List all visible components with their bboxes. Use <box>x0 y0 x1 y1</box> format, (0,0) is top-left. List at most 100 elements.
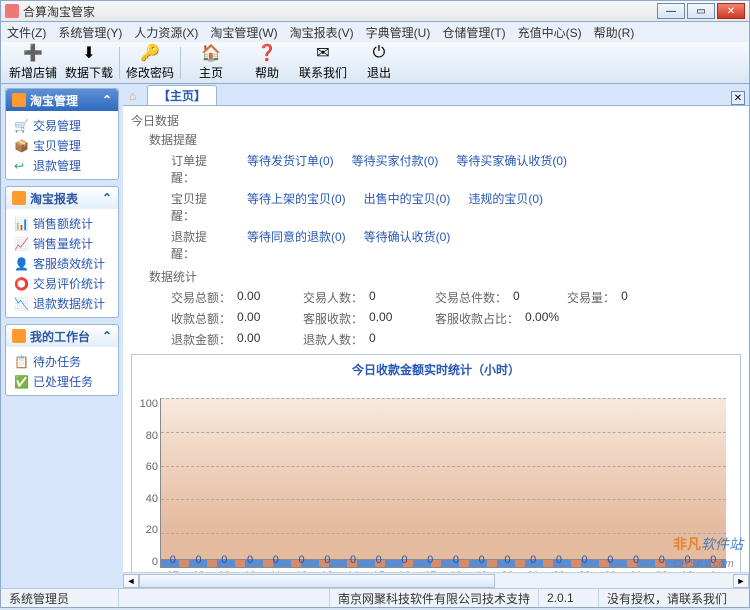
chart-title: 今日收款金额实时统计（小时） <box>132 355 740 380</box>
sidebar-item[interactable]: 📉退款数据统计 <box>6 293 118 313</box>
sidebar-item[interactable]: 📋待办任务 <box>6 351 118 371</box>
content-area: ⌂ 【主页】 ✕ 今日数据 数据提醒 订单提醒： 等待发货订单(0) 等待买家付… <box>123 84 749 588</box>
section-stats: 数据统计 <box>131 268 741 285</box>
status-company: 南京网聚科技软件有限公司技术支持 <box>330 589 539 607</box>
titlebar: 合算淘宝管家 — ▭ ✕ <box>0 0 750 22</box>
row-order-remind: 订单提醒： 等待发货订单(0) 等待买家付款(0) 等待买家确认收货(0) <box>131 150 741 188</box>
menu-item[interactable]: 人力资源(X) <box>134 24 198 41</box>
tab-close-button[interactable]: ✕ <box>731 91 745 105</box>
sidebar-item[interactable]: 📈销售量统计 <box>6 233 118 253</box>
item-icon: 📉 <box>14 297 28 309</box>
link[interactable]: 出售中的宝贝(0) <box>364 190 451 224</box>
item-icon: ⭕ <box>14 277 28 289</box>
stats-row: 交易总额：0.00交易人数：0交易总件数：0交易量：0 <box>131 287 741 308</box>
chevron-icon: ⌃ <box>102 93 112 107</box>
stats-row: 退款金额：0.00退款人数：0 <box>131 329 741 350</box>
link[interactable]: 违规的宝贝(0) <box>468 190 543 224</box>
toolbar: ➕新增店铺⬇数据下载🔑修改密码🏠主页❓帮助✉联系我们⏻退出 <box>0 42 750 84</box>
home-button-icon: 🏠 <box>202 44 220 62</box>
item-icon: 📈 <box>14 237 28 249</box>
scroll-right-button[interactable]: ► <box>733 574 749 588</box>
chevron-icon: ⌃ <box>102 191 112 205</box>
help-button[interactable]: ❓帮助 <box>239 44 295 82</box>
link[interactable]: 等待确认收货(0) <box>364 228 451 262</box>
link[interactable]: 等待发货订单(0) <box>247 152 334 186</box>
panel-header[interactable]: 我的工作台⌃ <box>6 325 118 347</box>
statusbar: 系统管理员 南京网聚科技软件有限公司技术支持 2.0.1 没有授权，请联系我们 <box>0 588 750 608</box>
section-today: 今日数据 <box>131 112 741 129</box>
row-item-remind: 宝贝提醒： 等待上架的宝贝(0) 出售中的宝贝(0) 违规的宝贝(0) <box>131 188 741 226</box>
link[interactable]: 等待买家确认收货(0) <box>456 152 567 186</box>
window-title: 合算淘宝管家 <box>23 3 657 20</box>
menu-item[interactable]: 文件(Z) <box>7 24 46 41</box>
download-button-icon: ⬇ <box>80 44 98 62</box>
item-icon: 🛒 <box>14 119 28 131</box>
download-button[interactable]: ⬇数据下载 <box>61 44 117 82</box>
sidebar-item[interactable]: ⭕交易评价统计 <box>6 273 118 293</box>
help-button-icon: ❓ <box>258 44 276 62</box>
status-version: 2.0.1 <box>539 589 599 607</box>
y-axis-labels: 100806040200 <box>136 398 158 568</box>
add-shop-button-icon: ➕ <box>24 44 42 62</box>
panel-header[interactable]: 淘宝管理⌃ <box>6 89 118 111</box>
sidebar-panel: 淘宝报表⌃ 📊销售额统计📈销售量统计👤客服绩效统计⭕交易评价统计📉退款数据统计 <box>5 186 119 318</box>
link[interactable]: 等待同意的退款(0) <box>247 228 346 262</box>
menu-item[interactable]: 淘宝报表(V) <box>290 24 354 41</box>
home-button[interactable]: 🏠主页 <box>183 44 239 82</box>
menu-item[interactable]: 字典管理(U) <box>366 24 431 41</box>
add-shop-button[interactable]: ➕新增店铺 <box>5 44 61 82</box>
sidebar-item[interactable]: 👤客服绩效统计 <box>6 253 118 273</box>
item-icon: ✅ <box>14 375 28 387</box>
home-icon: ⌂ <box>129 89 145 105</box>
menu-item[interactable]: 充值中心(S) <box>518 24 582 41</box>
row-refund-remind: 退款提醒： 等待同意的退款(0) 等待确认收货(0) <box>131 226 741 264</box>
menu-item[interactable]: 系统管理(Y) <box>58 24 122 41</box>
menu-item[interactable]: 淘宝管理(W) <box>210 24 277 41</box>
status-auth: 没有授权，请联系我们 <box>599 589 749 607</box>
item-icon: 👤 <box>14 257 28 269</box>
chart-box: 今日收款金额实时统计（小时） 100806040200 000000000000… <box>131 354 741 572</box>
sidebar: 淘宝管理⌃ 🛒交易管理📦宝贝管理↩退款管理淘宝报表⌃ 📊销售额统计📈销售量统计👤客服… <box>1 84 123 588</box>
value-labels: 0000000000000000000000 <box>160 554 726 566</box>
sidebar-item[interactable]: 📊销售额统计 <box>6 213 118 233</box>
close-button[interactable]: ✕ <box>717 3 745 19</box>
minimize-button[interactable]: — <box>657 3 685 19</box>
sidebar-item[interactable]: ✅已处理任务 <box>6 371 118 391</box>
page-body: 今日数据 数据提醒 订单提醒： 等待发货订单(0) 等待买家付款(0) 等待买家… <box>123 106 749 572</box>
change-pwd-button-icon: 🔑 <box>141 44 159 62</box>
change-pwd-button[interactable]: 🔑修改密码 <box>122 44 178 82</box>
exit-button-icon: ⏻ <box>370 44 388 62</box>
tab-home[interactable]: 【主页】 <box>147 85 217 105</box>
menubar: 文件(Z) 系统管理(Y) 人力资源(X) 淘宝管理(W) 淘宝报表(V) 字典管理(U)… <box>0 22 750 42</box>
tab-strip: ⌂ 【主页】 ✕ <box>123 84 749 106</box>
link[interactable]: 等待买家付款(0) <box>352 152 439 186</box>
scroll-left-button[interactable]: ◄ <box>123 574 139 588</box>
item-icon: 📊 <box>14 217 28 229</box>
item-icon: 📋 <box>14 355 28 367</box>
scroll-thumb[interactable] <box>139 574 495 588</box>
link[interactable]: 等待上架的宝贝(0) <box>247 190 346 224</box>
status-user: 系统管理员 <box>1 589 119 607</box>
sidebar-item[interactable]: 📦宝贝管理 <box>6 135 118 155</box>
contact-button-icon: ✉ <box>314 44 332 62</box>
sidebar-panel: 淘宝管理⌃ 🛒交易管理📦宝贝管理↩退款管理 <box>5 88 119 180</box>
exit-button[interactable]: ⏻退出 <box>351 44 407 82</box>
app-icon <box>5 4 19 18</box>
horizontal-scrollbar[interactable]: ◄ ► <box>123 572 749 588</box>
menu-item[interactable]: 仓储管理(T) <box>442 24 505 41</box>
chart-plot: 100806040200 0000000000000000000000 0708… <box>160 398 726 572</box>
panel-header[interactable]: 淘宝报表⌃ <box>6 187 118 209</box>
sidebar-item[interactable]: ↩退款管理 <box>6 155 118 175</box>
item-icon: 📦 <box>14 139 28 151</box>
sidebar-panel: 我的工作台⌃ 📋待办任务✅已处理任务 <box>5 324 119 396</box>
x-axis-labels: 0708091011121314151617181920212223000102… <box>160 570 726 572</box>
contact-button[interactable]: ✉联系我们 <box>295 44 351 82</box>
item-icon: ↩ <box>14 159 28 171</box>
section-remind: 数据提醒 <box>131 131 741 148</box>
maximize-button[interactable]: ▭ <box>687 3 715 19</box>
stats-row: 收款总额：0.00客服收款：0.00客服收款占比：0.00% <box>131 308 741 329</box>
menu-item[interactable]: 帮助(R) <box>594 24 635 41</box>
plot-area <box>160 398 726 568</box>
chevron-icon: ⌃ <box>102 329 112 343</box>
sidebar-item[interactable]: 🛒交易管理 <box>6 115 118 135</box>
